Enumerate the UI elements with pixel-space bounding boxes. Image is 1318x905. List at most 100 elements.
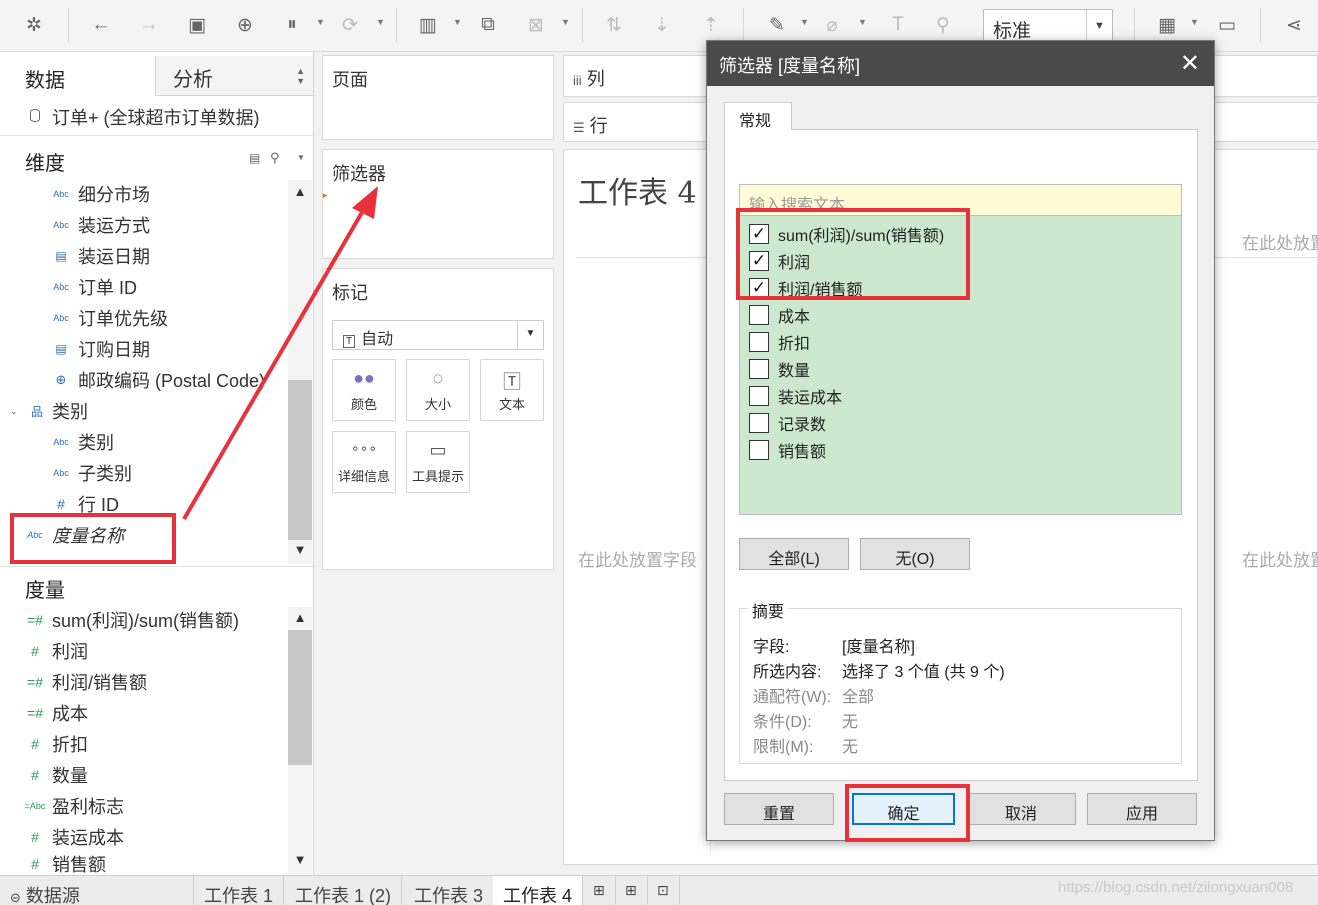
share-icon[interactable]: ⋖	[1280, 10, 1308, 40]
sheet-tab[interactable]: 工作表 3	[404, 876, 495, 905]
reset-button[interactable]: 重置	[724, 793, 834, 825]
filters-shelf[interactable]: 筛选器 ▸	[322, 149, 554, 259]
group-icon[interactable]: ⌀	[818, 10, 846, 40]
new-story-icon[interactable]: ⊡	[647, 876, 680, 905]
size-button[interactable]: ◌ 大小	[406, 359, 470, 421]
mark-type-select[interactable]: T 自动 ▼	[332, 320, 544, 350]
measure-field[interactable]: # 销售额	[22, 853, 106, 875]
dimension-field[interactable]: ⊕ 邮政编码 (Postal Code)	[48, 365, 266, 395]
sheet-tab[interactable]: 工作表 1 (2)	[285, 876, 403, 905]
sheet-tab-active[interactable]: 工作表 4	[493, 876, 584, 905]
checkbox[interactable]	[749, 332, 769, 352]
apply-button[interactable]: 应用	[1087, 793, 1197, 825]
select-none-button[interactable]: 无(O)	[860, 538, 970, 570]
measure-field[interactable]: # 折扣	[22, 729, 88, 759]
tab-datasource[interactable]: ⊝ 数据源	[0, 876, 194, 905]
dimension-field[interactable]: ▤ 装运日期	[48, 241, 150, 271]
dimension-field[interactable]: Abc 订单 ID	[48, 272, 137, 302]
pause-updates-icon[interactable]: ⏸	[278, 10, 306, 40]
scroll-up-icon[interactable]: ▲	[288, 184, 312, 204]
measure-field[interactable]: =# 利润/销售额	[22, 667, 147, 697]
save-icon[interactable]: ▣	[183, 10, 211, 40]
sort-ascending-icon[interactable]: ⇣	[648, 10, 676, 40]
hierarchy-field[interactable]: ⌄ 品类别	[10, 396, 88, 426]
undo-icon[interactable]: ←	[87, 10, 115, 40]
clear-sheet-icon[interactable]: ⊠	[522, 10, 550, 40]
refresh-icon[interactable]: ⟳	[336, 10, 364, 40]
scroll-down-icon[interactable]: ▼	[288, 852, 312, 872]
new-dashboard-icon[interactable]: ⊞	[615, 876, 648, 905]
new-datasource-icon[interactable]: ⊕	[231, 10, 259, 40]
scroll-down-icon[interactable]: ▼	[288, 542, 312, 562]
checkbox[interactable]	[749, 440, 769, 460]
pages-shelf[interactable]: 页面	[322, 55, 554, 140]
dimension-field[interactable]: Abc 装运方式	[48, 210, 150, 240]
chevron-down-icon[interactable]: ▼	[297, 153, 305, 162]
checkbox[interactable]	[749, 305, 769, 325]
measure-field[interactable]: # 数量	[22, 760, 88, 790]
tab-analysis[interactable]: 分析 ▲ ▼	[155, 56, 314, 96]
dimension-field[interactable]: Abc 细分市场	[48, 179, 150, 209]
data-pane: 数据 分析 ▲ ▼ 订单+ (全球超市订单数据) 维度 ▤ ⚲ ▼ Abc 细分市场…	[0, 52, 314, 875]
redo-icon[interactable]: →	[135, 10, 163, 40]
duplicate-sheet-icon[interactable]: ⧉	[474, 10, 502, 40]
tab-data[interactable]: 数据	[0, 56, 155, 96]
tab-general[interactable]: 常规	[724, 102, 792, 130]
checkbox[interactable]	[749, 359, 769, 379]
measure-field[interactable]: =# sum(利润)/sum(销售额)	[22, 605, 239, 635]
sort-descending-icon[interactable]: ⇡	[697, 10, 725, 40]
number-type-icon: #	[31, 767, 39, 783]
measure-field[interactable]: # 装运成本	[22, 822, 124, 852]
list-item[interactable]: 折扣	[749, 330, 810, 354]
select-all-button[interactable]: 全部(L)	[739, 538, 849, 570]
checkbox[interactable]	[749, 386, 769, 406]
dimensions-scroll-thumb[interactable]	[288, 380, 312, 540]
show-me-icon[interactable]: ▦	[1153, 10, 1181, 40]
tooltip-button[interactable]: ▭ 工具提示	[406, 431, 470, 493]
list-view-icon[interactable]: ▤	[249, 151, 260, 165]
list-item[interactable]: 装运成本	[749, 384, 842, 408]
scroll-up-icon[interactable]: ▲	[288, 610, 312, 630]
datasource-label: 订单+ (全球超市订单数据)	[52, 108, 260, 128]
measures-scroll-thumb[interactable]	[288, 630, 312, 765]
new-sheet-icon[interactable]: ▥	[414, 10, 442, 40]
dimension-field[interactable]: Abc 子类别	[48, 458, 132, 488]
pin-icon[interactable]: ⚲	[929, 10, 957, 40]
dimension-field[interactable]: ▤ 订购日期	[48, 334, 150, 364]
list-item[interactable]: 数量	[749, 357, 810, 381]
sheet-title: 工作表 4	[578, 176, 697, 211]
marks-card: 标记 T 自动 ▼ ●● 颜色 ◌ 大小 🅃 文本 ∘∘∘ 详细信息 ▭ 工具提示	[322, 268, 554, 570]
cancel-button[interactable]: 取消	[966, 793, 1076, 825]
detail-button[interactable]: ∘∘∘ 详细信息	[332, 431, 396, 493]
field-label: 销售额	[52, 855, 106, 875]
view-mode-select[interactable]: 标准 ▼	[983, 9, 1113, 43]
measure-field[interactable]: =# 成本	[22, 698, 88, 728]
search-icon[interactable]: ⚲	[270, 150, 280, 166]
swap-icon[interactable]: ⇅	[600, 10, 628, 40]
field-label: 数量	[52, 766, 88, 786]
presentation-icon[interactable]: ▭	[1213, 10, 1241, 40]
list-item[interactable]: 成本	[749, 303, 810, 327]
close-icon[interactable]: ✕	[1180, 49, 1200, 78]
checkbox[interactable]	[749, 413, 769, 433]
field-label: 成本	[52, 704, 88, 724]
tableau-logo-icon[interactable]: ✲	[20, 10, 48, 40]
color-label: 颜色	[350, 397, 377, 412]
measure-field[interactable]: # 利润	[22, 636, 88, 666]
field-label: 盈利标志	[52, 797, 124, 817]
measure-field[interactable]: =Abc 盈利标志	[22, 791, 124, 821]
list-item[interactable]: 记录数	[749, 411, 826, 435]
string-type-icon: Abc	[53, 220, 69, 230]
dimension-field[interactable]: Abc 订单优先级	[48, 303, 168, 333]
list-item[interactable]: 销售额	[749, 438, 826, 462]
show-labels-icon[interactable]: T	[884, 10, 912, 40]
highlight-icon[interactable]: ✎	[763, 10, 791, 40]
number-type-icon: #	[31, 736, 39, 752]
color-button[interactable]: ●● 颜色	[332, 359, 396, 421]
new-worksheet-icon[interactable]: ⊞	[583, 876, 616, 905]
datasource-item[interactable]: 订单+ (全球超市订单数据)	[0, 96, 313, 136]
sheet-tab[interactable]: 工作表 1	[194, 876, 285, 905]
text-button[interactable]: 🅃 文本	[480, 359, 544, 421]
dimension-field[interactable]: Abc 类别	[48, 427, 114, 457]
calculated-number-icon: =#	[27, 612, 43, 628]
